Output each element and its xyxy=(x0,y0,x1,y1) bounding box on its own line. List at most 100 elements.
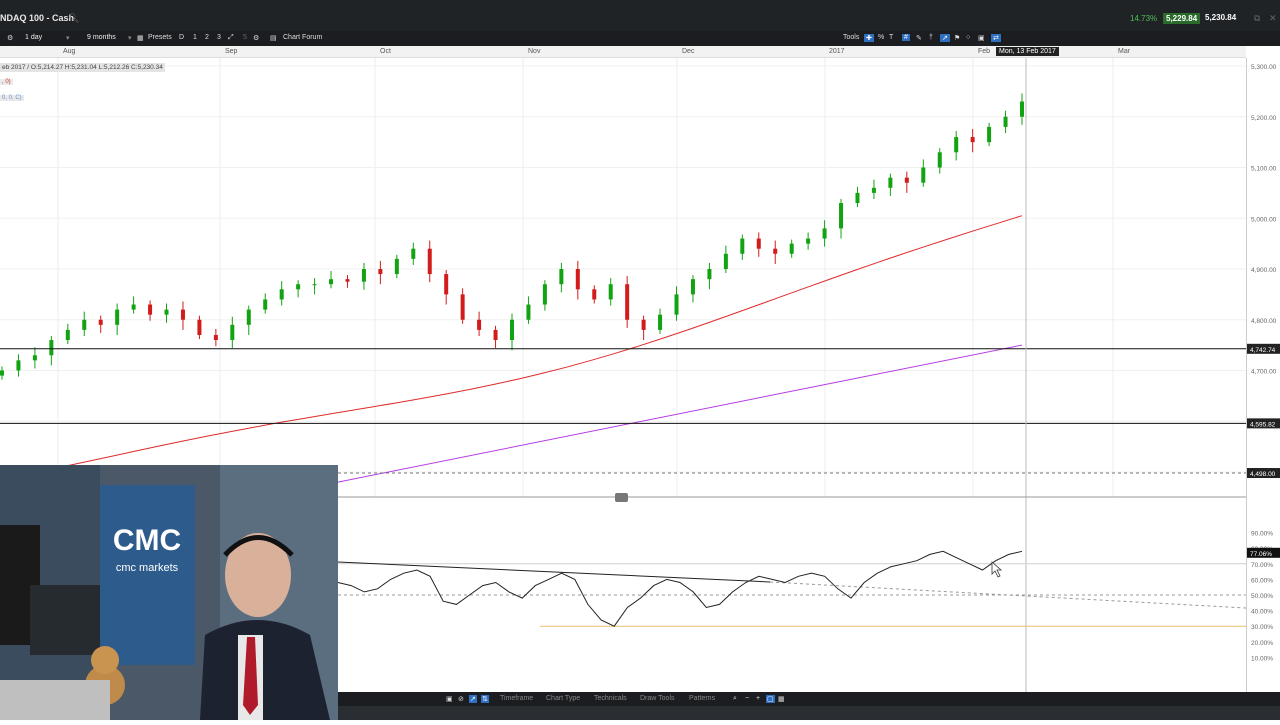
candle-body xyxy=(888,177,893,188)
rsi-tick-label: 70.00% xyxy=(1251,562,1273,569)
candle-body xyxy=(394,258,399,275)
pane-resize-handle xyxy=(615,493,628,502)
rsi-line xyxy=(337,550,1023,627)
candle-body xyxy=(329,279,334,285)
menu-timeframe[interactable]: Timeframe xyxy=(500,695,533,702)
price-level-tag-label: 4,742.74 xyxy=(1250,347,1276,354)
candle-body xyxy=(658,314,663,330)
ohlc-readout: eb 2017 / O:5,214.27 H:5,231.04 L:5,212.… xyxy=(0,63,165,72)
candle-body xyxy=(493,329,498,341)
fit-icon[interactable]: ▢ xyxy=(766,695,775,703)
candle-body xyxy=(871,187,876,193)
candle-body xyxy=(131,304,136,310)
candle-body xyxy=(0,370,4,376)
webcam-video: CMC cmc markets xyxy=(0,465,338,720)
candle-body xyxy=(115,309,120,325)
rsi-value-tag-label: 77.06% xyxy=(1250,551,1272,558)
candle-body xyxy=(937,152,942,168)
rsi-tick-label: 30.00% xyxy=(1251,624,1273,631)
price-tick-label: 5,300.00 xyxy=(1251,64,1277,71)
candle-body xyxy=(65,329,70,341)
candle-body xyxy=(559,269,564,285)
candle-body xyxy=(164,309,169,315)
price-tick-label: 5,000.00 xyxy=(1251,216,1277,223)
price-tick-label: 4,700.00 xyxy=(1251,369,1277,376)
menu-patterns[interactable]: Patterns xyxy=(689,695,715,702)
price-tick-label: 5,100.00 xyxy=(1251,166,1277,173)
chart-grid xyxy=(0,58,1246,497)
candle-body xyxy=(510,319,514,341)
rsi-tick-label: 10.00% xyxy=(1251,655,1273,662)
candle-body xyxy=(592,289,597,300)
close-icon[interactable]: ✕ xyxy=(1269,13,1277,24)
candle-body xyxy=(855,192,860,204)
zoom-in-icon[interactable]: + xyxy=(756,695,760,702)
cursor-icon[interactable]: ↗ xyxy=(469,695,477,703)
candle-body xyxy=(246,309,251,325)
price-tick-label: 4,900.00 xyxy=(1251,267,1277,274)
candle-body xyxy=(987,126,992,143)
candle-body xyxy=(970,137,975,143)
candle-body xyxy=(756,238,761,249)
candle-body xyxy=(180,309,185,320)
candle-body xyxy=(822,228,827,239)
candle-body xyxy=(674,294,679,315)
price-levels xyxy=(0,348,1246,474)
menu-chart-type[interactable]: Chart Type xyxy=(546,695,580,702)
zoom-icon[interactable]: ▣ xyxy=(446,695,453,703)
indicator-label-2[interactable]: 0, 0, C) xyxy=(0,95,24,101)
candle-body xyxy=(904,177,909,183)
candle-body xyxy=(16,360,21,371)
price-axis: 5,300.00 5,200.00 5,100.00 5,000.00 4,900.00… xyxy=(1246,58,1280,720)
rsi-tick-label: 20.00% xyxy=(1251,640,1273,647)
candle-body xyxy=(312,284,317,286)
candle-body xyxy=(411,248,416,259)
table-icon[interactable]: ▦ xyxy=(778,695,785,703)
indicator-label-1[interactable]: , 0) xyxy=(0,79,13,85)
menu-technicals[interactable]: Technicals xyxy=(594,695,627,702)
candle-body xyxy=(773,248,778,254)
candle-body xyxy=(1003,116,1008,127)
candle-body xyxy=(148,304,153,315)
candle-body xyxy=(954,137,959,153)
candle-body xyxy=(625,284,630,320)
bottom-strip xyxy=(338,706,1280,720)
cmc-banner xyxy=(100,485,195,665)
candle-body xyxy=(526,304,531,320)
popout-icon[interactable]: ⧉ xyxy=(1254,13,1260,24)
candle-body xyxy=(723,253,728,269)
price-tick-label: 4,800.00 xyxy=(1251,318,1277,325)
candle-body xyxy=(690,279,695,295)
price-tick-label: 5,200.00 xyxy=(1251,115,1277,122)
candle-body xyxy=(740,238,745,254)
candle-body xyxy=(378,269,383,275)
magnify-icon[interactable]: ⌕ xyxy=(733,695,737,703)
candle-body xyxy=(839,203,844,229)
candle-body xyxy=(98,319,103,325)
draw-icon[interactable]: ⊘ xyxy=(458,695,464,703)
price-axis-svg: 5,300.00 5,200.00 5,100.00 5,000.00 4,900.00… xyxy=(1247,64,1280,662)
price-level-tag-label: 4,498.00 xyxy=(1250,471,1276,478)
candle-body xyxy=(263,299,268,310)
pointer-icon[interactable]: ⇅ xyxy=(481,695,489,703)
rsi-tick-label: 50.00% xyxy=(1251,593,1273,600)
candle-body xyxy=(32,355,37,361)
candle-body xyxy=(921,167,926,183)
candles xyxy=(0,93,1024,380)
monitor xyxy=(30,585,100,655)
candle-body xyxy=(641,319,646,330)
rsi-tick-label: 40.00% xyxy=(1251,609,1273,616)
candle-body xyxy=(361,269,366,282)
candle-body xyxy=(296,284,301,290)
cmc-brand: cmc markets xyxy=(116,562,179,574)
candle-body xyxy=(444,274,449,295)
candle-body xyxy=(1020,101,1024,117)
candle-body xyxy=(575,269,580,290)
zoom-out-icon[interactable]: − xyxy=(745,695,749,702)
rsi-trendline xyxy=(337,561,771,583)
ma-long-line xyxy=(337,344,1023,483)
candle-body xyxy=(806,238,811,244)
candle-body xyxy=(542,284,547,305)
menu-draw-tools[interactable]: Draw Tools xyxy=(640,695,675,702)
rsi-pane xyxy=(337,550,1246,627)
